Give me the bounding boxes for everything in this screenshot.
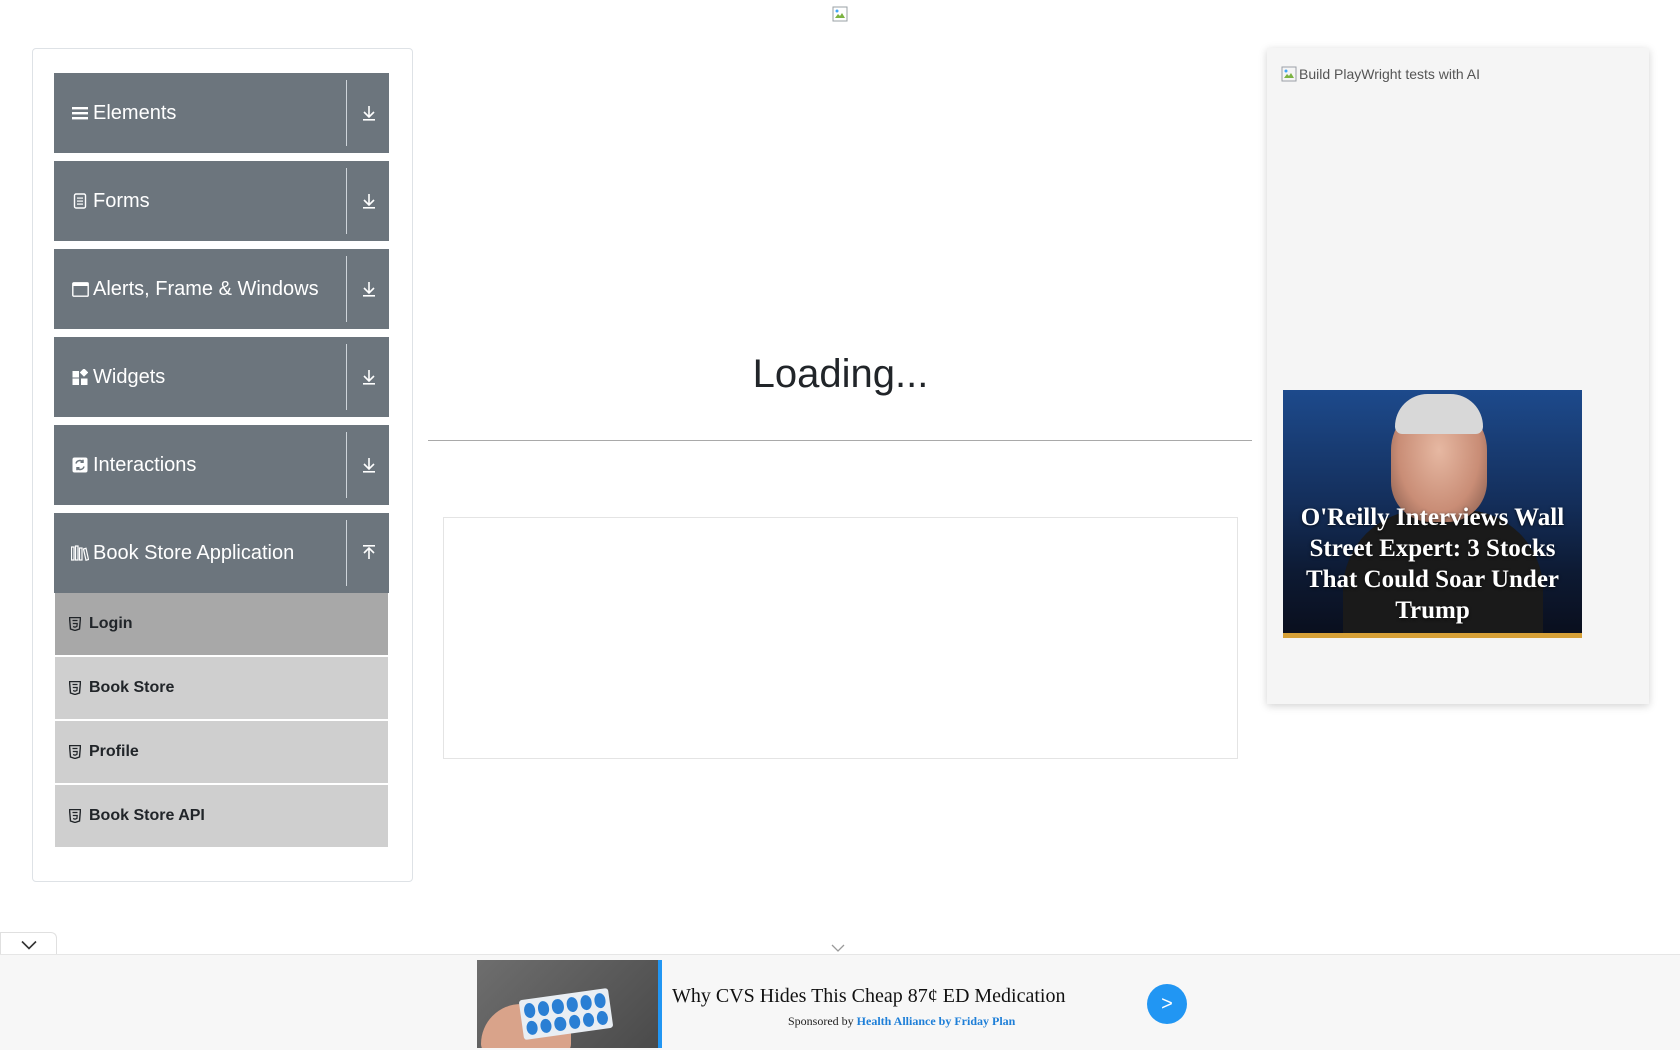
books-icon (71, 544, 89, 562)
ad-photo-hair (1395, 394, 1483, 434)
widgets-icon (71, 368, 89, 386)
document-icon (71, 192, 89, 210)
divider (346, 256, 347, 322)
sidebar-item-book-store[interactable]: Book Store (55, 657, 388, 719)
group-label: Interactions (93, 453, 197, 476)
html5-icon (69, 809, 83, 823)
group-header-widgets[interactable]: Widgets (54, 337, 389, 417)
top-banner-image[interactable] (832, 6, 848, 22)
chevron-down-icon[interactable] (831, 943, 845, 953)
upload-arrow-icon[interactable] (360, 542, 378, 564)
group-header-interactions[interactable]: Interactions (54, 425, 389, 505)
group-label: Forms (93, 189, 150, 212)
loading-text: Loading... (752, 352, 929, 396)
group-header-forms[interactable]: Forms (54, 161, 389, 241)
html5-icon (69, 617, 83, 631)
divider (346, 520, 347, 586)
download-arrow-icon[interactable] (360, 366, 378, 388)
sponsored-by-label: Sponsored by (788, 1014, 854, 1028)
group-label: Widgets (93, 365, 166, 388)
sidebar-item-login[interactable]: Login (55, 593, 388, 655)
divider (346, 432, 347, 498)
content-placeholder (443, 517, 1238, 759)
divider-line (428, 440, 1252, 441)
html5-icon (69, 681, 83, 695)
group-header-elements[interactable]: Elements (54, 73, 389, 153)
group-header-alerts-frame-windows[interactable]: Alerts, Frame & Windows (54, 249, 389, 329)
group-label: Book Store Application (93, 541, 295, 564)
hamburger-icon (71, 104, 89, 122)
download-arrow-icon[interactable] (360, 278, 378, 300)
bottom-ad-headline[interactable]: Why CVS Hides This Cheap 87¢ ED Medicati… (672, 985, 1065, 1008)
menu-item-label: Book Store (89, 679, 175, 696)
html5-icon (69, 745, 83, 759)
bottom-ad-sponsor: Sponsored by Health Alliance by Friday P… (788, 1014, 1015, 1029)
ad-photo-pill-pack (518, 987, 614, 1041)
bottom-ad-go-button[interactable]: > (1147, 984, 1187, 1024)
collapse-ad-button[interactable] (0, 932, 57, 956)
group-header-book-store-application[interactable]: Book Store Application (54, 513, 389, 593)
group-label: Alerts, Frame & Windows (93, 277, 319, 300)
group-label: Elements (93, 101, 177, 124)
broken-image-icon (832, 6, 848, 22)
broken-image-icon (1281, 66, 1297, 82)
news-ad-card[interactable]: O'Reilly Interviews Wall Street Expert: … (1283, 390, 1582, 638)
menu-item-label: Login (89, 615, 133, 632)
download-arrow-icon[interactable] (360, 102, 378, 124)
sidebar-item-book-store-api[interactable]: Book Store API (55, 785, 388, 847)
menu-item-label: Profile (89, 743, 139, 760)
chevron-down-icon (20, 940, 37, 950)
ad-headline: O'Reilly Interviews Wall Street Expert: … (1300, 504, 1565, 624)
sidebar-item-profile[interactable]: Profile (55, 721, 388, 783)
download-arrow-icon[interactable] (360, 454, 378, 476)
sponsor-name-link[interactable]: Health Alliance by Friday Plan (857, 1014, 1016, 1028)
window-icon (71, 280, 89, 298)
bottom-ad-image[interactable] (477, 960, 662, 1048)
menu-item-label: Book Store API (89, 807, 205, 824)
interactions-icon (71, 456, 89, 474)
divider (346, 344, 347, 410)
download-arrow-icon[interactable] (360, 190, 378, 212)
right-ad-panel: Build PlayWright tests with AI O'Reilly … (1267, 48, 1649, 704)
playwright-ad-image[interactable]: Build PlayWright tests with AI (1281, 66, 1480, 82)
divider (346, 168, 347, 234)
image-alt-text: Build PlayWright tests with AI (1299, 66, 1481, 82)
divider (346, 80, 347, 146)
